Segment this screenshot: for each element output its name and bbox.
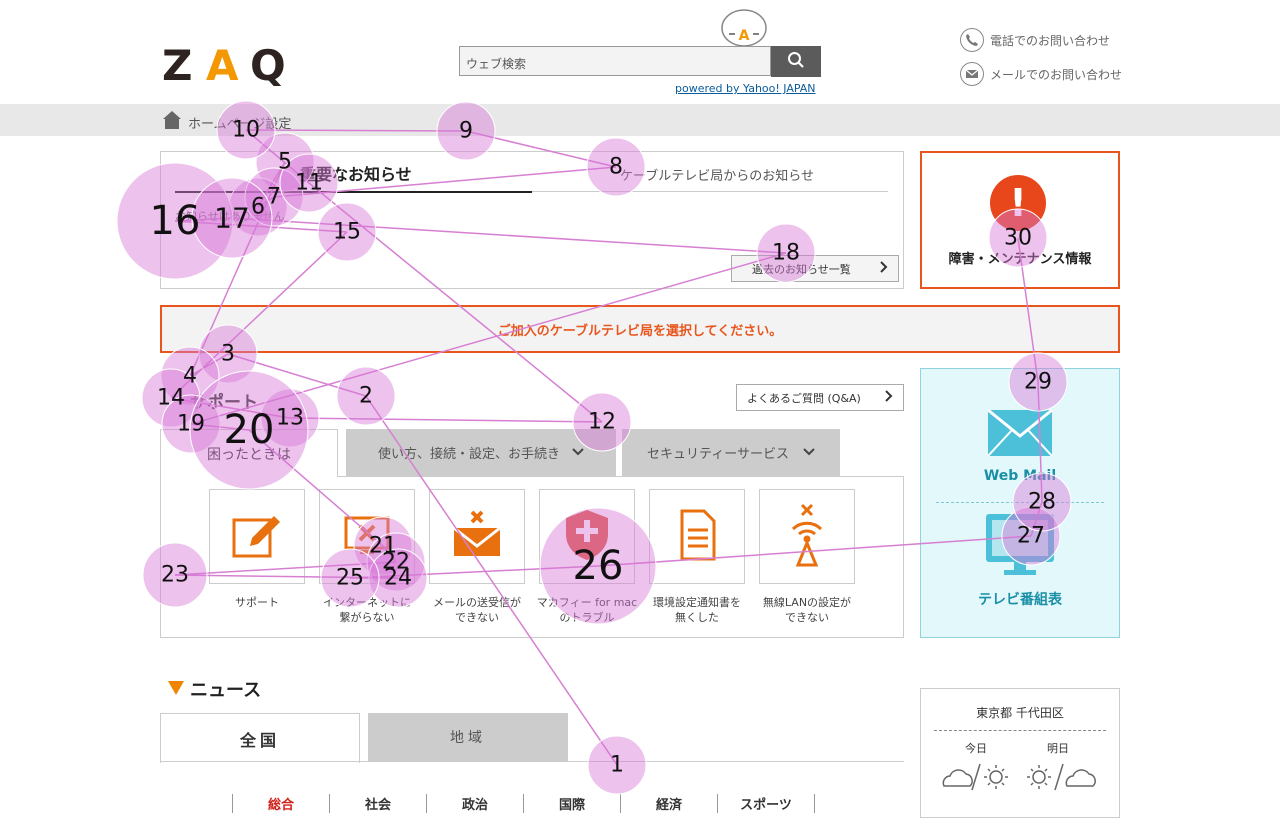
past-notices-label: 過去のお知らせ一覧 [752,262,851,276]
mascot-icon: A [720,6,768,50]
mail-icon [960,62,984,86]
powered-by-link[interactable]: powered by Yahoo! JAPAN [675,82,816,95]
weather-divider [934,730,1106,731]
past-notices-button[interactable]: 過去のお知らせ一覧 [731,255,899,282]
empty-notice-text: お知らせはありません [175,210,285,223]
search-icon [787,51,805,73]
chevron-down-icon [803,445,815,460]
tab-usage-label: 使い方、接続・設定、お手続き [377,447,560,462]
weather-location: 東京都 千代田区 [976,706,1064,720]
tile-label-mcafee: マカフィー for mac のトラブル [536,596,638,624]
contact-mail-label: メールでのお問い合わせ [990,67,1123,82]
tile-support[interactable] [209,489,305,584]
news-categories: 総合 社会 政治 国際 経済 スポーツ [232,794,815,813]
zaq-logo[interactable]: Z A Q [162,41,292,90]
contact-phone-link[interactable]: 電話でのお問い合わせ [960,27,1110,53]
tab-security-label: セキュリティーサービス [647,447,789,462]
tile-label-internet: インターネットに 繋がらない [323,596,411,624]
gaze-path-segment [289,417,603,423]
wifi-antenna-icon [780,503,834,571]
tab-divider-line [532,191,888,192]
news-tab-nationwide[interactable]: 全国 [160,713,360,763]
side-divider [936,502,1104,503]
news-tab-line [160,761,904,762]
news-category-sports[interactable]: スポーツ [717,794,815,813]
tile-mcafee[interactable] [539,489,635,584]
gaze-fixation-label-14: 14 [157,386,185,411]
select-station-banner[interactable]: ご加入のケーブルテレビ局を選択してください。 [160,305,1120,353]
support-title: サポート [190,393,258,413]
monitor-error-icon [340,508,394,566]
tile-label-support: サポート [235,596,279,609]
tab-security-service[interactable]: セキュリティーサービス [622,429,840,476]
tile-settings-document[interactable] [649,489,745,584]
tile-wireless-lan[interactable] [759,489,855,584]
tv-guide-link[interactable]: テレビ番組表 [920,589,1120,609]
tile-label-mail: メールの送受信が できない [433,596,521,624]
cloud-sun-icon [940,762,1012,796]
gaze-fixation-label-13: 13 [276,406,304,431]
pencil-icon [230,508,284,566]
tile-label-settings-document: 環境設定通知書を 無くした [653,596,741,624]
search-input[interactable]: ウェブ検索 [459,46,771,76]
news-title-label: ニュース [190,680,262,701]
contact-mail-link[interactable]: メールでのお問い合わせ [960,61,1122,87]
news-category-society[interactable]: 社会 [329,794,426,813]
gaze-fixation-label-1: 1 [610,753,624,778]
weather-tomorrow-label: 明日 [1047,742,1069,755]
tab-cable-notice[interactable]: ケーブルテレビ局からのお知らせ [620,165,814,184]
tab-trouble[interactable]: 困ったときは [160,429,338,477]
tile-label-wireless-lan: 無線LANの設定が できない [762,596,852,624]
gaze-fixation-2 [336,366,396,426]
sun-cloud-icon [1025,762,1097,796]
faq-button[interactable]: よくあるご質問 (Q&A) [736,384,904,411]
home-icon[interactable] [162,110,182,134]
svg-text:A: A [739,28,750,44]
gaze-fixation-label-4: 4 [183,364,197,389]
phone-icon [960,28,984,52]
faq-label: よくあるご質問 (Q&A) [747,391,861,405]
tile-mail[interactable] [429,489,525,584]
breadcrumb: ホームページ設定 [162,110,291,134]
maintenance-label: 障害・メンテナンス情報 [948,252,1092,267]
news-category-politics[interactable]: 政治 [426,794,523,813]
breadcrumb-label: ホームページ設定 [188,116,292,132]
webmail-envelope-icon[interactable] [987,408,1053,460]
tab-important-notice[interactable]: 重要なお知らせ [300,161,412,185]
svg-text:Z: Z [162,42,192,88]
tv-monitor-icon[interactable] [986,514,1054,580]
webmail-link[interactable]: Web Mail [920,468,1120,484]
document-icon [670,508,724,566]
weather-today-label: 今日 [965,742,987,755]
news-category-economy[interactable]: 経済 [620,794,717,813]
chevron-right-icon [879,261,888,276]
gaze-fixation-label-2: 2 [359,384,373,409]
triangle-down-icon [168,679,184,700]
gaze-path-segment [189,353,229,377]
news-category-international[interactable]: 国際 [523,794,620,813]
mail-error-icon [450,508,504,566]
shield-icon [560,508,614,566]
chevron-right-icon [884,390,893,405]
news-category-general[interactable]: 総合 [232,794,329,813]
search-button[interactable] [771,46,821,77]
contact-phone-label: 電話でのお問い合わせ [990,33,1111,48]
alert-icon: ! [990,175,1046,231]
active-tab-underline [175,191,532,193]
chevron-down-icon [572,445,584,460]
news-title: ニュース [168,676,261,702]
tab-usage-settings[interactable]: 使い方、接続・設定、お手続き [346,429,616,476]
tile-internet[interactable] [319,489,415,584]
news-tab-region[interactable]: 地域 [368,713,568,761]
gaze-fixation-1 [587,735,647,795]
svg-text:A: A [206,42,239,88]
svg-text:Q: Q [250,42,286,88]
